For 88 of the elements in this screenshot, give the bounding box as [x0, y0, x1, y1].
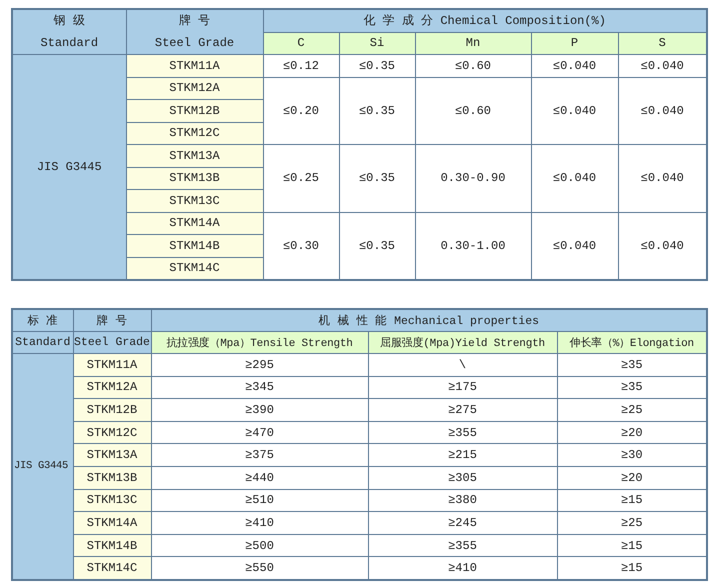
table-cell: ≥550	[151, 556, 368, 580]
table-cell: ≥215	[368, 444, 557, 466]
header-cell: 抗拉强度（Mpa）Tensile Strength	[151, 332, 368, 354]
grade-cell: STKM13B	[73, 466, 151, 490]
table-cell: ≤0.30	[263, 212, 339, 280]
header-cell: C	[263, 32, 339, 54]
grade-cell: STKM14C	[126, 257, 263, 280]
table-cell: ≤0.60	[415, 54, 531, 77]
table-cell: \	[368, 354, 557, 376]
header-cell: S	[618, 32, 707, 54]
table-cell: ≤0.35	[339, 77, 415, 144]
table-cell: ≥345	[151, 376, 368, 399]
table-cell: ≥35	[557, 376, 707, 399]
grade-cell: STKM14C	[73, 556, 151, 580]
table-cell: ≤0.040	[618, 144, 707, 212]
table-cell: ≥15	[557, 534, 707, 557]
table-cell: ≥25	[557, 512, 707, 534]
grade-cell: STKM12C	[73, 421, 151, 444]
table-cell: ≥410	[368, 556, 557, 580]
header-cell: 标 准	[12, 309, 73, 332]
standard-cell: JIS G3445	[12, 54, 126, 280]
grade-cell: STKM14B	[126, 234, 263, 257]
header-cell: P	[531, 32, 618, 54]
table-cell: ≥470	[151, 421, 368, 444]
table-cell: ≥30	[557, 444, 707, 466]
table-cell: ≥20	[557, 421, 707, 444]
table-cell: ≥275	[368, 398, 557, 422]
grade-cell: STKM13B	[126, 167, 263, 190]
table-cell: 0.30-1.00	[415, 212, 531, 280]
grade-cell: STKM13C	[73, 489, 151, 512]
table-cell: ≥510	[151, 489, 368, 512]
grade-cell: STKM12C	[126, 122, 263, 144]
header-cell: 机 械 性 能 Mechanical properties	[151, 309, 707, 332]
table-cell: ≥355	[368, 534, 557, 557]
table-cell: ≥500	[151, 534, 368, 557]
grade-cell: STKM12B	[126, 100, 263, 122]
grade-cell: STKM11A	[73, 354, 151, 376]
table-cell: ≤0.60	[415, 77, 531, 144]
table-cell: ≥15	[557, 489, 707, 512]
table-cell: ≥295	[151, 354, 368, 376]
table-cell: ≤0.25	[263, 144, 339, 212]
table-cell: ≤0.040	[531, 54, 618, 77]
table-cell: ≥245	[368, 512, 557, 534]
grade-cell: STKM12B	[73, 398, 151, 422]
table-cell: ≤0.35	[339, 54, 415, 77]
table-cell: ≥375	[151, 444, 368, 466]
table-cell: ≤0.040	[531, 77, 618, 144]
grade-cell: STKM13A	[126, 144, 263, 167]
grade-cell: STKM13A	[73, 444, 151, 466]
table-cell: 0.30-0.90	[415, 144, 531, 212]
grade-cell: STKM12A	[73, 376, 151, 399]
header-cell: 化 学 成 分 Chemical Composition(%)	[263, 9, 707, 32]
grade-cell: STKM14A	[73, 512, 151, 534]
table-cell: ≤0.35	[339, 144, 415, 212]
table-cell: ≥380	[368, 489, 557, 512]
table-cell: ≤0.040	[618, 54, 707, 77]
table-cell: ≥25	[557, 398, 707, 422]
table-cell: ≥440	[151, 466, 368, 490]
table-cell: ≥355	[368, 421, 557, 444]
header-cell: Steel Grade	[73, 332, 151, 354]
table-cell: ≥15	[557, 556, 707, 580]
grade-cell: STKM14B	[73, 534, 151, 557]
table-cell: ≤0.040	[618, 77, 707, 144]
table-cell: ≥305	[368, 466, 557, 490]
header-cell: 牌 号 Steel Grade	[126, 9, 263, 54]
table-cell: ≤0.040	[531, 144, 618, 212]
grade-cell: STKM13C	[126, 190, 263, 212]
table-cell: ≤0.20	[263, 77, 339, 144]
table-cell: ≥175	[368, 376, 557, 399]
header-cell: Mn	[415, 32, 531, 54]
grade-cell: STKM14A	[126, 212, 263, 234]
header-cell: Si	[339, 32, 415, 54]
table-cell: ≤0.35	[339, 212, 415, 280]
table-cell: ≥35	[557, 354, 707, 376]
table-cell: ≤0.040	[531, 212, 618, 280]
table-cell: ≥410	[151, 512, 368, 534]
grade-cell: STKM12A	[126, 77, 263, 100]
header-cell: 牌 号	[73, 309, 151, 332]
table-cell: ≥390	[151, 398, 368, 422]
standard-cell: JIS G3445	[12, 354, 73, 580]
header-cell: 钢 级 Standard	[12, 9, 126, 54]
grade-cell: STKM11A	[126, 54, 263, 77]
header-cell: 伸长率（%）Elongation	[557, 332, 707, 354]
header-cell: 屈服强度(Mpa)Yield Strength	[368, 332, 557, 354]
table-cell: ≥20	[557, 466, 707, 490]
table-cell: ≤0.12	[263, 54, 339, 77]
header-cell: Standard	[12, 332, 73, 354]
table-cell: ≤0.040	[618, 212, 707, 280]
